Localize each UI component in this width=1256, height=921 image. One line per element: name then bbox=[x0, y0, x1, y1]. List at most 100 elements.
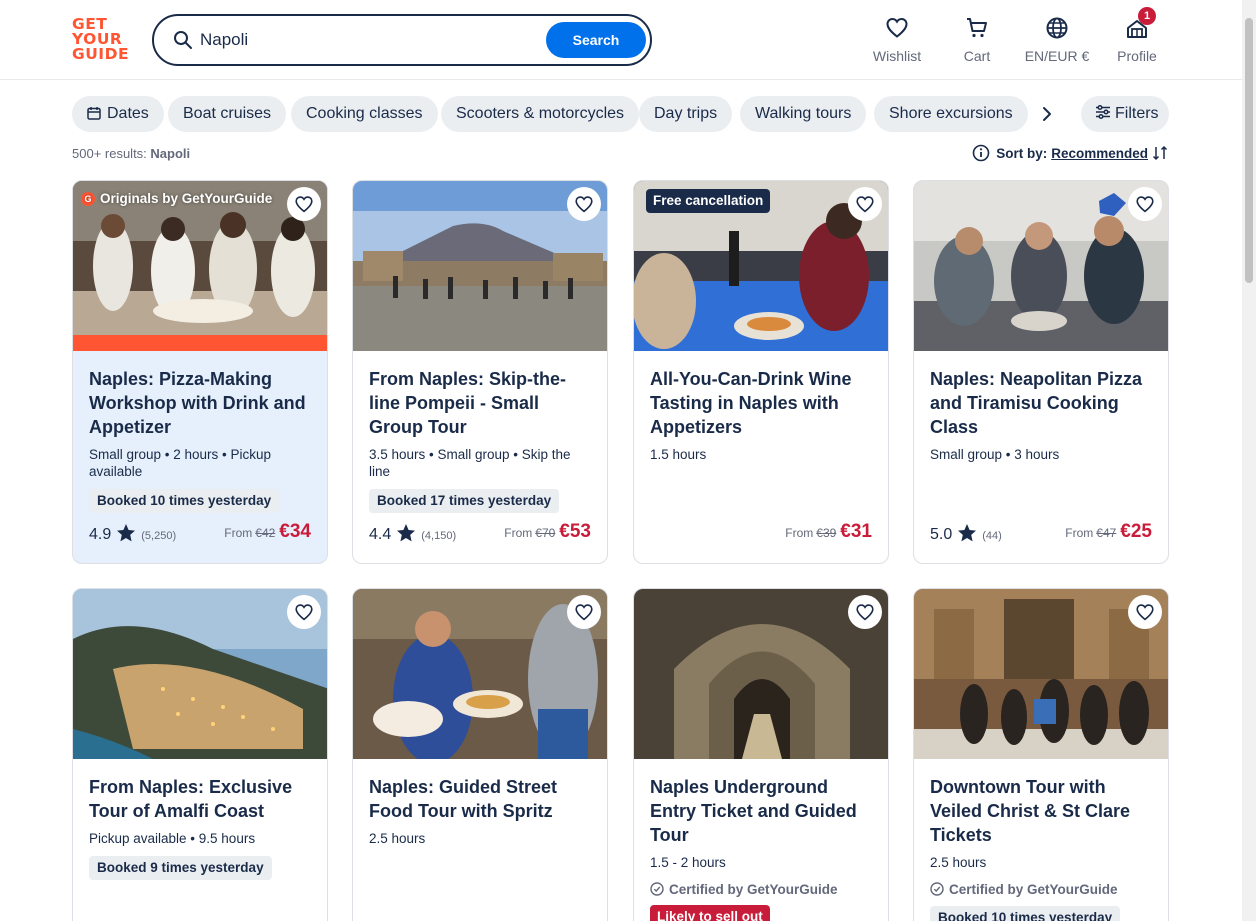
wishlist-button[interactable] bbox=[1128, 187, 1162, 221]
globe-icon bbox=[1046, 17, 1068, 39]
card-body: Naples: Guided Street Food Tour with Spr… bbox=[369, 775, 595, 847]
wishlist-button[interactable] bbox=[287, 595, 321, 629]
certified-text: Certified by GetYourGuide bbox=[949, 882, 1118, 897]
review-count: (4,150) bbox=[421, 530, 457, 542]
sort-control[interactable]: Sort by: Recommended bbox=[972, 144, 1168, 162]
activity-meta: 2.5 hours bbox=[369, 831, 426, 846]
wishlist-button[interactable] bbox=[1128, 595, 1162, 629]
activity-card[interactable]: From Naples: Skip-the-line Pompeii - Sma… bbox=[352, 180, 608, 564]
activity-title[interactable]: All-You-Can-Drink Wine Tasting in Naples… bbox=[650, 367, 876, 439]
sort-value[interactable]: Recommended bbox=[1051, 146, 1148, 161]
review-count: (44) bbox=[982, 530, 1002, 542]
nav-label: Wishlist bbox=[872, 48, 922, 64]
nav-wishlist[interactable]: Wishlist bbox=[868, 16, 926, 64]
nav-language-currency[interactable]: EN/EUR € bbox=[1022, 16, 1092, 64]
wishlist-button[interactable] bbox=[287, 187, 321, 221]
certified-label: Certified by GetYourGuide bbox=[930, 882, 1156, 897]
chip-dates[interactable]: Dates bbox=[72, 96, 164, 132]
originals-text: Originals by GetYourGuide bbox=[100, 191, 273, 206]
nav-cart[interactable]: Cart bbox=[952, 16, 1002, 64]
card-footer: 5.0 (44) From €47 €25 bbox=[930, 521, 1152, 545]
card-body: Naples: Neapolitan Pizza and Tiramisu Co… bbox=[930, 367, 1156, 463]
search-input[interactable] bbox=[200, 28, 530, 52]
activity-title[interactable]: Downtown Tour with Veiled Christ & St Cl… bbox=[930, 775, 1156, 847]
originals-badge: G bbox=[81, 192, 95, 206]
chevron-right-icon[interactable] bbox=[1037, 104, 1057, 124]
old-price: €47 bbox=[1096, 526, 1117, 540]
booked-badge: Booked 17 times yesterday bbox=[369, 489, 560, 513]
wishlist-button[interactable] bbox=[567, 187, 601, 221]
heart-icon bbox=[886, 17, 908, 38]
nav-label: Cart bbox=[963, 48, 991, 64]
chip-boat-cruises[interactable]: Boat cruises bbox=[168, 96, 287, 132]
results-query: Napoli bbox=[150, 146, 191, 161]
current-price: €31 bbox=[840, 521, 872, 542]
card-body: All-You-Can-Drink Wine Tasting in Naples… bbox=[650, 367, 876, 463]
booked-badge: Booked 9 times yesterday bbox=[89, 856, 272, 880]
card-footer: 4.9 (5,250) From €42 €34 bbox=[89, 521, 311, 545]
top-header: GET YOUR GUIDE Search Wishlist Cart EN/E… bbox=[0, 0, 1256, 80]
activity-title[interactable]: Naples: Pizza-Making Workshop with Drink… bbox=[89, 367, 315, 439]
filters-button[interactable]: Filters bbox=[1081, 96, 1169, 132]
chip-scooters-motorcycles[interactable]: Scooters & motorcycles bbox=[441, 96, 640, 132]
scrollbar-thumb[interactable] bbox=[1245, 18, 1253, 283]
activity-card[interactable]: Free cancellation All-You-Can-Drink Wine… bbox=[633, 180, 889, 564]
activity-title[interactable]: Naples: Neapolitan Pizza and Tiramisu Co… bbox=[930, 367, 1156, 439]
activity-card[interactable]: Naples: Guided Street Food Tour with Spr… bbox=[352, 588, 608, 921]
rating: 5.0 (44) bbox=[930, 523, 1002, 544]
card-footer: 4.4 (4,150) From €70 €53 bbox=[369, 521, 591, 545]
heart-icon bbox=[575, 604, 593, 621]
activity-title[interactable]: From Naples: Exclusive Tour of Amalfi Co… bbox=[89, 775, 315, 823]
sort-arrows-icon[interactable] bbox=[1152, 145, 1168, 161]
price-from: From bbox=[504, 526, 533, 540]
rating-value: 5.0 bbox=[930, 526, 953, 543]
wishlist-button[interactable] bbox=[848, 595, 882, 629]
nav-profile[interactable]: 1 Profile bbox=[1112, 7, 1162, 64]
chip-label: Walking tours bbox=[755, 105, 852, 122]
heart-icon bbox=[856, 196, 874, 213]
chip-label: Boat cruises bbox=[183, 105, 272, 122]
getyourguide-logo[interactable]: GET YOUR GUIDE bbox=[72, 16, 132, 63]
heart-icon bbox=[575, 196, 593, 213]
price: From €39 €31 bbox=[785, 521, 872, 543]
search-button[interactable]: Search bbox=[546, 22, 646, 58]
logo-line: GUIDE bbox=[72, 45, 130, 63]
activity-title[interactable]: Naples Underground Entry Ticket and Guid… bbox=[650, 775, 876, 847]
activity-card[interactable]: Naples: Neapolitan Pizza and Tiramisu Co… bbox=[913, 180, 1169, 564]
price: From €42 €34 bbox=[224, 521, 311, 543]
current-price: €53 bbox=[559, 521, 591, 542]
info-icon[interactable] bbox=[972, 144, 990, 162]
wishlist-button[interactable] bbox=[848, 187, 882, 221]
old-price: €70 bbox=[535, 526, 556, 540]
activity-meta: Pickup available • 9.5 hours bbox=[89, 831, 256, 846]
results-count-text: 500+ results: bbox=[72, 146, 147, 161]
heart-icon bbox=[295, 196, 313, 213]
activity-card[interactable]: From Naples: Exclusive Tour of Amalfi Co… bbox=[72, 588, 328, 921]
chip-day-trips[interactable]: Day trips bbox=[639, 96, 733, 132]
rating: 4.9 (5,250) bbox=[89, 523, 176, 544]
chip-label: Scooters & motorcycles bbox=[456, 105, 625, 122]
chip-label: Cooking classes bbox=[306, 105, 423, 122]
booked-badge: Booked 10 times yesterday bbox=[930, 906, 1121, 921]
activity-title[interactable]: Naples: Guided Street Food Tour with Spr… bbox=[369, 775, 595, 823]
activity-card[interactable]: Naples Underground Entry Ticket and Guid… bbox=[633, 588, 889, 921]
likely-to-sell-out-badge: Likely to sell out bbox=[650, 905, 770, 921]
activity-card[interactable]: G Originals by GetYourGuide Naples: Pizza… bbox=[72, 180, 328, 564]
certified-text: Certified by GetYourGuide bbox=[669, 882, 838, 897]
originals-label: G Originals by GetYourGuide bbox=[81, 191, 272, 206]
certified-label: Certified by GetYourGuide bbox=[650, 882, 876, 897]
chip-shore-excursions[interactable]: Shore excursions bbox=[874, 96, 1028, 132]
star-icon bbox=[117, 524, 136, 542]
activity-title[interactable]: From Naples: Skip-the-line Pompeii - Sma… bbox=[369, 367, 595, 439]
chip-label: Shore excursions bbox=[889, 105, 1013, 122]
price-from: From bbox=[224, 526, 253, 540]
chip-cooking-classes[interactable]: Cooking classes bbox=[291, 96, 438, 132]
activity-card[interactable]: Downtown Tour with Veiled Christ & St Cl… bbox=[913, 588, 1169, 921]
chip-walking-tours[interactable]: Walking tours bbox=[740, 96, 867, 132]
nav-label: EN/EUR € bbox=[1024, 48, 1090, 64]
page-scrollbar[interactable] bbox=[1242, 0, 1256, 921]
old-price: €39 bbox=[816, 526, 837, 540]
review-count: (5,250) bbox=[141, 530, 177, 542]
wishlist-button[interactable] bbox=[567, 595, 601, 629]
sort-label: Sort by: bbox=[996, 146, 1048, 161]
